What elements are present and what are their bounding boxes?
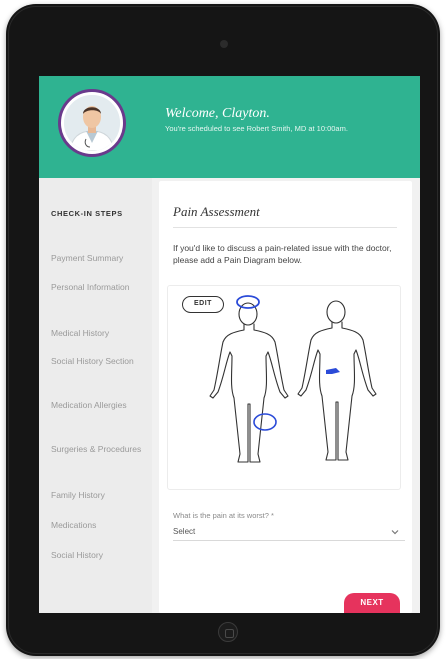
back-body-outline	[297, 300, 377, 461]
check-in-sidebar: CHECK-IN STEPS Payment Summary Personal …	[39, 178, 152, 613]
next-button[interactable]: NEXT	[344, 593, 400, 613]
knee-pain-mark	[253, 413, 277, 431]
chevron-down-icon	[391, 530, 399, 535]
body-outline-diagram[interactable]	[168, 286, 402, 491]
pain-diagram[interactable]: EDIT	[167, 285, 401, 490]
sidebar-item-payment-summary[interactable]: Payment Summary	[51, 253, 149, 264]
pain-description: If you'd like to discuss a pain-related …	[173, 243, 392, 265]
sidebar-item-social-history[interactable]: Social History	[51, 550, 149, 561]
sidebar-item-medication-allergies[interactable]: Medication Allergies	[51, 400, 149, 411]
camera-icon	[220, 40, 228, 48]
welcome-title: Welcome, Clayton.	[165, 106, 270, 121]
edit-diagram-button[interactable]: EDIT	[182, 296, 224, 313]
app-screen: Welcome, Clayton. You're scheduled to se…	[39, 76, 420, 613]
appointment-text: You're scheduled to see Robert Smith, MD…	[165, 124, 348, 133]
pain-level-select[interactable]: Select	[173, 523, 405, 541]
sidebar-item-medical-history[interactable]: Medical History	[51, 328, 149, 339]
sidebar-item-surgeries-procedures[interactable]: Surgeries & Procedures	[51, 444, 149, 455]
front-body-outline	[209, 302, 289, 463]
sidebar-item-social-history-section[interactable]: Social History Section	[51, 356, 149, 367]
pain-assessment-card: Pain Assessment If you'd like to discuss…	[159, 181, 412, 613]
sidebar-item-medications[interactable]: Medications	[51, 520, 149, 531]
head-pain-mark	[236, 295, 260, 309]
sidebar-title: CHECK-IN STEPS	[51, 209, 123, 218]
doctor-avatar	[61, 92, 123, 154]
home-button-icon[interactable]	[218, 622, 238, 642]
title-divider	[173, 227, 397, 228]
sidebar-item-family-history[interactable]: Family History	[51, 490, 149, 501]
page-title: Pain Assessment	[173, 204, 260, 219]
pain-question-label: What is the pain at its worst? *	[173, 511, 274, 520]
back-pain-mark	[326, 368, 340, 374]
welcome-header: Welcome, Clayton. You're scheduled to se…	[39, 76, 420, 178]
pain-level-select-value: Select	[173, 527, 196, 536]
sidebar-item-personal-information[interactable]: Personal Information	[51, 282, 149, 293]
tablet-frame: Welcome, Clayton. You're scheduled to se…	[6, 4, 440, 656]
doctor-avatar-image	[64, 95, 120, 151]
